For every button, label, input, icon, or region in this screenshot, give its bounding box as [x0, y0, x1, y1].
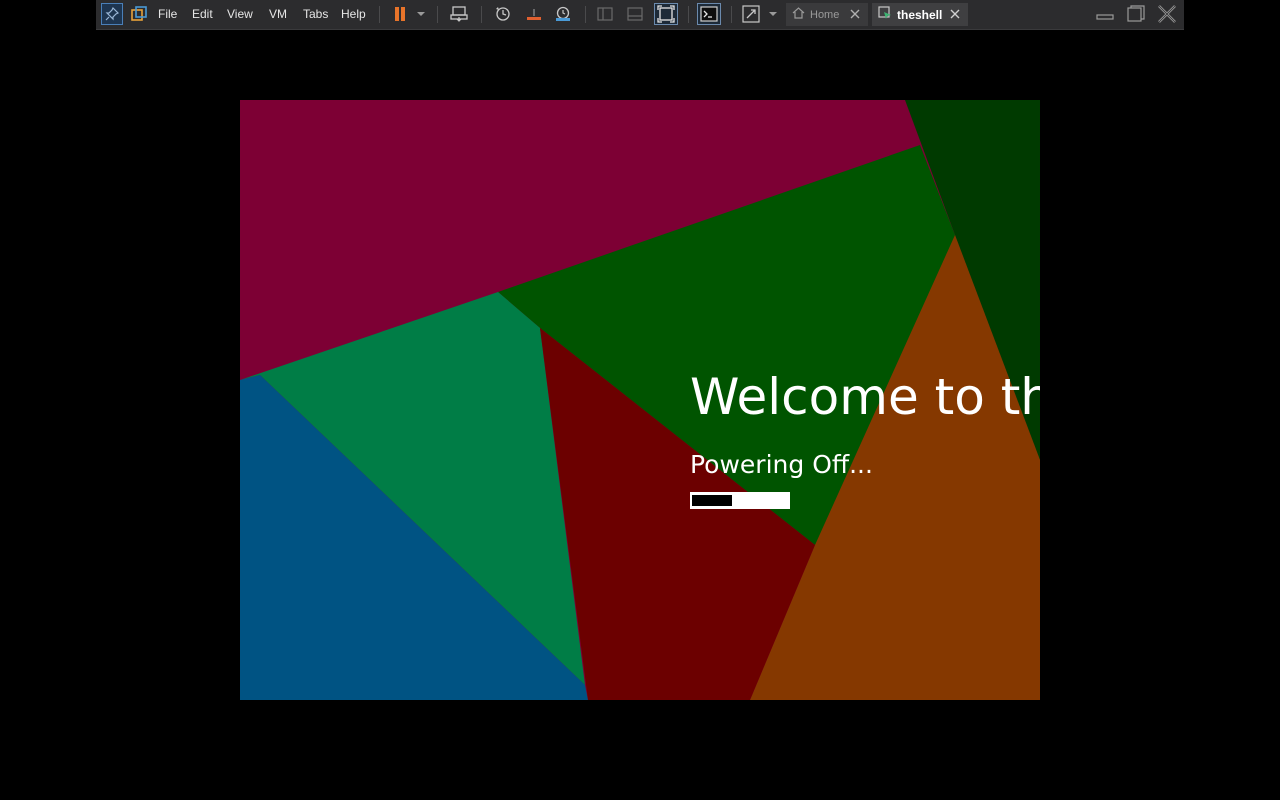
- fullscreen-dropdown-chevron-down-icon[interactable]: [766, 3, 780, 25]
- vmware-window: File Edit View VM Tabs Help Home theshel…: [0, 0, 1280, 800]
- library-icon[interactable]: [128, 3, 150, 25]
- fit-guest-icon[interactable]: [654, 3, 678, 25]
- close-window-icon[interactable]: [1156, 4, 1178, 24]
- close-icon[interactable]: [948, 7, 962, 24]
- snapshot-manager-icon[interactable]: [552, 3, 574, 25]
- menu-tabs-label: Tabs: [303, 7, 329, 21]
- menu-vm-label: VM: [269, 7, 287, 21]
- split-view-vertical-icon[interactable]: [594, 3, 616, 25]
- progress-bar: [690, 492, 790, 509]
- snapshot-icon[interactable]: [492, 3, 514, 25]
- powering-off-status: Powering Off...: [690, 450, 873, 479]
- menu-vm[interactable]: VM: [269, 0, 287, 28]
- pause-icon[interactable]: [389, 3, 411, 25]
- pin-icon[interactable]: [101, 3, 123, 25]
- fullscreen-icon[interactable]: [740, 3, 762, 25]
- menu-edit-label: Edit: [192, 7, 213, 21]
- toolbar-separator: [585, 6, 586, 23]
- toolbar-separator: [379, 6, 380, 23]
- tab-home-label: Home: [810, 8, 840, 21]
- pause-dropdown-chevron-down-icon[interactable]: [414, 3, 428, 25]
- toolbar-separator: [731, 6, 732, 23]
- console-view-icon[interactable]: [697, 3, 721, 25]
- revert-snapshot-icon[interactable]: [523, 3, 545, 25]
- menu-edit[interactable]: Edit: [192, 0, 213, 28]
- vm-console[interactable]: Welcome to th Powering Off...: [240, 100, 1040, 700]
- menu-view-label: View: [227, 7, 253, 21]
- restore-icon[interactable]: [1125, 4, 1147, 24]
- toolbar-separator: [437, 6, 438, 23]
- menu-file-label: File: [158, 7, 178, 21]
- welcome-heading: Welcome to th: [690, 368, 1040, 426]
- tab-theshell[interactable]: theshell: [872, 3, 968, 26]
- tab-theshell-label: theshell: [897, 7, 943, 22]
- toolbar-separator: [688, 6, 689, 23]
- home-icon: [792, 7, 805, 22]
- menu-help[interactable]: Help: [341, 0, 366, 28]
- tab-home[interactable]: Home: [786, 3, 868, 26]
- toolbar: File Edit View VM Tabs Help Home theshel…: [96, 0, 1184, 30]
- vm-icon: [878, 6, 892, 23]
- menu-file[interactable]: File: [158, 0, 177, 28]
- close-icon[interactable]: [848, 7, 862, 24]
- send-ctrl-alt-del-icon[interactable]: [448, 3, 470, 25]
- progress-fill: [692, 495, 733, 506]
- toolbar-separator: [481, 6, 482, 23]
- split-view-horizontal-icon[interactable]: [624, 3, 646, 25]
- minimize-icon[interactable]: [1094, 4, 1116, 24]
- menu-view[interactable]: View: [227, 0, 253, 28]
- menu-help-label: Help: [341, 7, 366, 21]
- menu-tabs[interactable]: Tabs: [303, 0, 328, 28]
